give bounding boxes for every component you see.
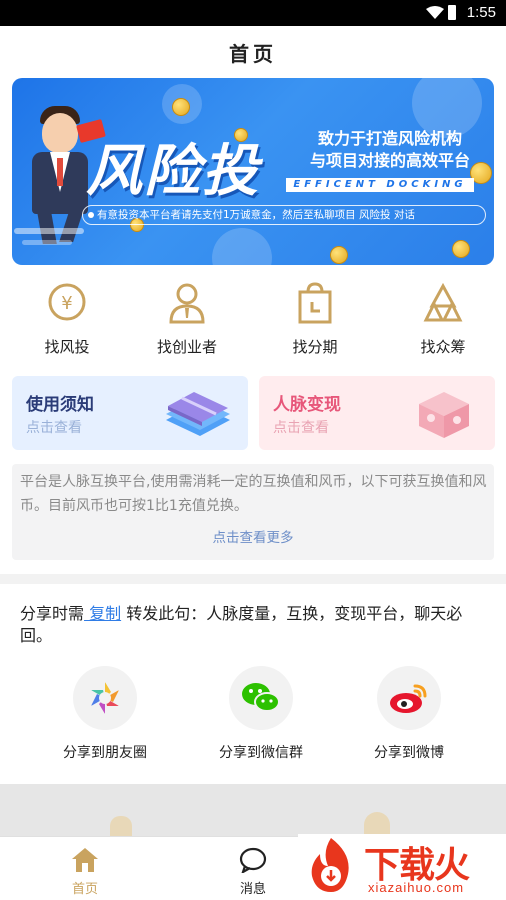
share-weibo-label: 分享到微博: [374, 745, 444, 761]
share-moments-label: 分享到朋友圈: [63, 745, 147, 761]
cube-illustration: [419, 392, 469, 438]
moments-icon: [88, 681, 122, 715]
mountain-icon: [423, 282, 463, 322]
bullet-icon: [88, 212, 94, 218]
page-title: 首页: [229, 42, 277, 66]
coin-icon: [172, 98, 190, 116]
share-wechat-group-label: 分享到微信群: [219, 745, 303, 761]
tab-messages-label: 消息: [239, 882, 266, 897]
nav-find-entrepreneur[interactable]: 找创业者: [132, 282, 242, 362]
message-icon: [239, 847, 267, 873]
wechat-icon: [242, 683, 280, 712]
main-content[interactable]: 风险投 致力于打造风险机构 与项目对接的高效平台 EFFICENT DOCKIN…: [0, 76, 506, 836]
banner-decoration: [212, 228, 272, 265]
usage-notice-title: 使用须知: [26, 395, 94, 415]
nav-find-crowdfunding[interactable]: 找众筹: [388, 282, 498, 362]
promo-banner[interactable]: 风险投 致力于打造风险机构 与项目对接的高效平台 EFFICENT DOCKIN…: [12, 78, 494, 265]
nav-find-installment-label: 找分期: [292, 338, 338, 356]
network-monetize-card[interactable]: 人脉变现 点击查看: [259, 376, 495, 450]
header: 首页: [0, 26, 506, 76]
banner-decoration: [22, 240, 72, 245]
watermark: 下载火 xiazaihuo.com: [298, 834, 506, 900]
banner-notice: 有意投资本平台者请先支付1万诚意金，然后至私聊项目 风险投 对话: [82, 205, 486, 225]
banner-tagline-line1: 致力于打造风险机构: [317, 129, 462, 148]
banner-english: EFFICENT DOCKING: [286, 178, 474, 192]
info-text: 平台是人脉互换平台,使用需消耗一定的互换值和风币，以下可获互换值和风币。目前风币…: [20, 474, 487, 514]
info-more-link[interactable]: 点击查看更多: [12, 526, 494, 546]
banner-headline: 风险投: [86, 139, 260, 204]
user-icon: [110, 816, 132, 836]
banner-decoration: [14, 228, 84, 234]
nav-find-installment[interactable]: 找分期: [260, 282, 370, 362]
status-time: 1:55: [466, 4, 496, 21]
businessman-head: [42, 113, 78, 153]
network-monetize-title: 人脉变现: [273, 395, 341, 415]
yuan-glyph: ¥: [61, 293, 72, 314]
section-divider: [0, 574, 506, 584]
share-weibo-circle: [377, 666, 441, 730]
tab-home-label: 首页: [71, 882, 98, 897]
home-icon: [72, 848, 98, 872]
person-icon: [169, 283, 205, 324]
copy-link[interactable]: 复制: [84, 604, 121, 623]
next-section-peek: [0, 784, 506, 836]
banner-tagline: 致力于打造风险机构 与项目对接的高效平台: [292, 128, 488, 172]
wifi-icon: [426, 6, 444, 19]
info-box: 平台是人脉互换平台,使用需消耗一定的互换值和风币，以下可获互换值和风币。目前风币…: [12, 464, 494, 560]
yuan-coin-icon: ¥: [48, 283, 86, 321]
usage-notice-subtitle: 点击查看: [26, 420, 82, 436]
tab-home[interactable]: 首页: [30, 837, 140, 900]
share-wechat-circle: [229, 666, 293, 730]
tab-messages[interactable]: 消息: [198, 837, 308, 900]
businessman-leg: [59, 212, 83, 242]
nav-find-entrepreneur-label: 找创业者: [156, 338, 217, 356]
quick-nav: ¥ 找风投 找创业者 找分期 找众筹: [0, 282, 506, 362]
share-weibo-button[interactable]: 分享到微博: [334, 666, 484, 766]
nav-find-vc[interactable]: ¥ 找风投: [12, 282, 122, 362]
share-prefix: 分享时需: [20, 604, 85, 623]
businessman-tie: [57, 158, 63, 186]
nav-find-vc-label: 找风投: [44, 338, 90, 356]
upload-icon: [364, 812, 390, 836]
usage-notice-card[interactable]: 使用须知 点击查看: [12, 376, 248, 450]
weibo-icon: [390, 684, 427, 713]
bag-clock-icon: [298, 282, 332, 324]
share-moments-button[interactable]: 分享到朋友圈: [30, 666, 180, 766]
banner-notice-text: 有意投资本平台者请先支付1万诚意金，然后至私聊项目 风险投 对话: [97, 209, 415, 221]
network-monetize-subtitle: 点击查看: [273, 420, 329, 436]
credit-card-illustration: [166, 392, 230, 436]
share-instructions: 分享时需 复制 转发此句：人脉度量，互换，变现平台，聊天必回。: [20, 603, 490, 647]
share-moments-circle: [73, 666, 137, 730]
battery-icon: [448, 5, 456, 20]
flame-logo-icon: [311, 838, 349, 892]
nav-find-crowdfunding-label: 找众筹: [420, 338, 466, 356]
status-bar: 1:55: [0, 0, 506, 26]
watermark-en: xiazaihuo.com: [368, 880, 465, 895]
coin-icon: [330, 246, 348, 264]
coin-icon: [452, 240, 470, 258]
share-wechat-group-button[interactable]: 分享到微信群: [186, 666, 336, 766]
banner-tagline-line2: 与项目对接的高效平台: [309, 151, 470, 170]
